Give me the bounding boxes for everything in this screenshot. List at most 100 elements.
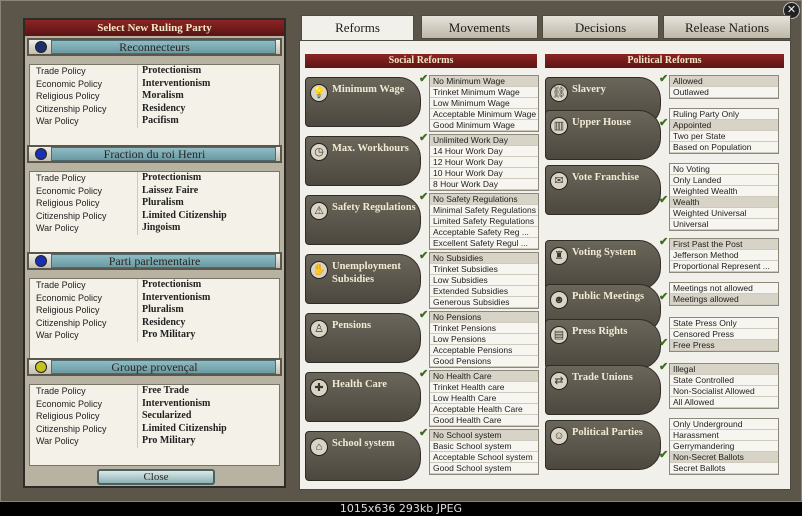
- policy-key: Religious Policy: [30, 410, 138, 423]
- policy-value: Free Trade: [142, 385, 189, 396]
- reform-option[interactable]: Free Press: [670, 340, 778, 351]
- policy-row: War Policy Jingoism: [30, 222, 279, 235]
- reform-option[interactable]: Good Pensions: [430, 356, 538, 367]
- reform-option[interactable]: Censored Press: [670, 329, 778, 340]
- reform-option[interactable]: Based on Population: [670, 142, 778, 153]
- reform-option[interactable]: Proportional Represent ...: [670, 261, 778, 272]
- tab-reforms[interactable]: Reforms: [301, 15, 414, 41]
- reform-option[interactable]: Two per State: [670, 131, 778, 142]
- reform-option[interactable]: Trinket Pensions: [430, 323, 538, 334]
- reform-option[interactable]: Gerrymandering: [670, 441, 778, 452]
- reform-option[interactable]: Wealth: [670, 197, 778, 208]
- reform-option[interactable]: Appointed: [670, 120, 778, 131]
- reform-option[interactable]: Allowed: [670, 76, 778, 87]
- reform-option[interactable]: Harassment: [670, 430, 778, 441]
- policy-value: Pro Military: [142, 435, 196, 446]
- checkmark-icon: ✔: [659, 361, 669, 373]
- reform-option[interactable]: Trinket Health care: [430, 382, 538, 393]
- reform-option[interactable]: Trinket Subsidies: [430, 264, 538, 275]
- policy-key: Religious Policy: [30, 90, 138, 103]
- tab-release-nations[interactable]: Release Nations: [663, 15, 791, 39]
- party-entry: Groupe provençal Trade Policy Free Trade Ec…: [25, 358, 284, 466]
- party-name-button[interactable]: Groupe provençal: [27, 358, 282, 376]
- reform-option[interactable]: Unlimited Work Day: [430, 135, 538, 146]
- crowd-icon: ☻: [550, 291, 568, 309]
- reform-option[interactable]: Non-Secret Ballots: [670, 452, 778, 463]
- reform-option[interactable]: Ruling Party Only: [670, 109, 778, 120]
- checkmark-icon: ✔: [419, 250, 429, 262]
- reform-option[interactable]: Good Health Care: [430, 415, 538, 426]
- reform-name: Voting System: [572, 247, 637, 258]
- close-button[interactable]: Close: [97, 469, 215, 485]
- reform-option[interactable]: 14 Hour Work Day: [430, 146, 538, 157]
- party-name-button[interactable]: Reconnecteurs: [27, 38, 282, 56]
- reform-option[interactable]: Non-Socialist Allowed: [670, 386, 778, 397]
- reform-option[interactable]: Only Underground: [670, 419, 778, 430]
- party-policy-list: Trade Policy Free Trade Economic Policy Int…: [29, 384, 280, 466]
- reform-badge: ✉ Vote Franchise: [545, 165, 661, 215]
- reform-option[interactable]: State Controlled: [670, 375, 778, 386]
- reform-option[interactable]: 10 Hour Work Day: [430, 168, 538, 179]
- reform-option[interactable]: Jefferson Method: [670, 250, 778, 261]
- clock-icon: ◷: [310, 143, 328, 161]
- reform-option[interactable]: Generous Subsidies: [430, 297, 538, 308]
- reform-option[interactable]: Low Minimum Wage: [430, 98, 538, 109]
- reform-option[interactable]: Excellent Safety Regul ...: [430, 238, 538, 249]
- reform-option[interactable]: Universal: [670, 219, 778, 230]
- reform-option[interactable]: Minimal Safety Regulations: [430, 205, 538, 216]
- reform-option[interactable]: Good Minimum Wage: [430, 120, 538, 131]
- reform-option[interactable]: All Allowed: [670, 397, 778, 408]
- reform-option[interactable]: Trinket Minimum Wage: [430, 87, 538, 98]
- reform-badge: ♙ Pensions: [305, 313, 421, 363]
- reform-option[interactable]: Weighted Universal: [670, 208, 778, 219]
- reform-badge: ⚠ Safety Regulations: [305, 195, 421, 245]
- reform-option[interactable]: Limited Safety Regulations: [430, 216, 538, 227]
- reform-badge: ◷ Max. Workhours: [305, 136, 421, 186]
- reform-option[interactable]: Basic School system: [430, 441, 538, 452]
- reform-option[interactable]: Acceptable Pensions: [430, 345, 538, 356]
- reform-option[interactable]: First Past the Post: [670, 239, 778, 250]
- policy-key: Economic Policy: [30, 77, 138, 90]
- reform-option[interactable]: No Pensions: [430, 312, 538, 323]
- reform-option[interactable]: No Safety Regulations: [430, 194, 538, 205]
- policy-key: Citizenship Policy: [30, 209, 138, 222]
- reform-option[interactable]: No Minimum Wage: [430, 76, 538, 87]
- reform-option[interactable]: Meetings not allowed: [670, 283, 778, 294]
- reform-option[interactable]: No Health Care: [430, 371, 538, 382]
- policy-key: Trade Policy: [30, 172, 138, 185]
- reform-option[interactable]: No School system: [430, 430, 538, 441]
- tab-movements[interactable]: Movements: [421, 15, 538, 39]
- policy-key: War Policy: [30, 222, 138, 235]
- reform-option[interactable]: Extended Subsidies: [430, 286, 538, 297]
- reform-option[interactable]: No Subsidies: [430, 253, 538, 264]
- policy-value: Moralism: [142, 90, 184, 101]
- reform-option[interactable]: Low Pensions: [430, 334, 538, 345]
- reform-option[interactable]: Acceptable Safety Reg ...: [430, 227, 538, 238]
- reform-option[interactable]: State Press Only: [670, 318, 778, 329]
- reform-option[interactable]: Acceptable Health Care: [430, 404, 538, 415]
- reform-badge: ⇄ Trade Unions: [545, 365, 661, 415]
- party-name-button[interactable]: Fraction du roi Henri: [27, 145, 282, 163]
- reform-name: Health Care: [332, 379, 387, 390]
- reform-option[interactable]: Meetings allowed: [670, 294, 778, 305]
- reform-option[interactable]: No Voting: [670, 164, 778, 175]
- reforms-panel: Reforms Movements Decisions Release Nations…: [299, 15, 799, 490]
- reform-options: Allowed Outlawed: [669, 75, 779, 99]
- reform-option[interactable]: Secret Ballots: [670, 463, 778, 474]
- reform-option[interactable]: Acceptable Minimum Wage: [430, 109, 538, 120]
- reform-option[interactable]: Only Landed: [670, 175, 778, 186]
- reform-option[interactable]: 12 Hour Work Day: [430, 157, 538, 168]
- reform-option[interactable]: Low Subsidies: [430, 275, 538, 286]
- reform-option[interactable]: Low Health Care: [430, 393, 538, 404]
- checkmark-icon: ✔: [419, 309, 429, 321]
- reform-option[interactable]: 8 Hour Work Day: [430, 179, 538, 190]
- tab-decisions[interactable]: Decisions: [542, 15, 659, 39]
- school-icon: ⌂: [310, 438, 328, 456]
- party-name-button[interactable]: Parti parlementaire: [27, 252, 282, 270]
- policy-row: Economic Policy Interventionism: [30, 397, 279, 410]
- reform-option[interactable]: Weighted Wealth: [670, 186, 778, 197]
- reform-option[interactable]: Outlawed: [670, 87, 778, 98]
- reform-option[interactable]: Good School system: [430, 463, 538, 474]
- reform-option[interactable]: Acceptable School system: [430, 452, 538, 463]
- reform-option[interactable]: Illegal: [670, 364, 778, 375]
